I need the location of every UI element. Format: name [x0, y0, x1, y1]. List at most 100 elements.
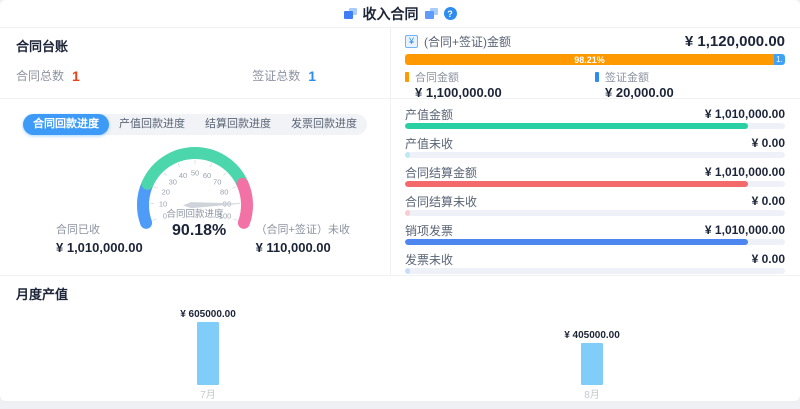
contract-ratio-segment: 98.21% — [405, 54, 774, 65]
gauge-stats-row: 合同已收 ¥ 1,010,000.00 90.18% （合同+签证）未收 ¥ 1… — [0, 221, 390, 255]
income-contract-dashboard: 收入合同 ? 合同台账 合同总数 1 签证总数 1 — [0, 0, 800, 401]
amount-icon: ¥ — [405, 35, 418, 48]
tab-output-collection[interactable]: 产值回款进度 — [109, 114, 195, 135]
visa-total-label: 签证总数 — [252, 67, 300, 84]
progress-row-fill — [405, 123, 748, 129]
amount-summary-label: (合同+签证)金额 — [424, 33, 511, 50]
ledger-title: 合同台账 — [16, 36, 374, 55]
progress-row: 销项发票 ¥ 1,010,000.00 — [405, 222, 785, 245]
progress-row-label: 销项发票 — [405, 222, 453, 239]
gauge-tick — [210, 163, 211, 167]
monthly-output-title: 月度产值 — [16, 284, 784, 303]
progress-row-fill — [405, 268, 410, 274]
ledger-stats: 合同总数 1 签证总数 1 — [16, 67, 374, 84]
visa-total-value: 1 — [308, 68, 316, 84]
progress-row-value: ¥ 0.00 — [752, 194, 785, 208]
progress-row-label: 合同结算金额 — [405, 164, 477, 181]
legend-mark — [595, 72, 599, 82]
received-stat: 合同已收 ¥ 1,010,000.00 — [56, 221, 143, 255]
legend-label: 合同金额 — [415, 69, 459, 85]
legend-item: 签证金额¥ 20,000.00 — [595, 70, 785, 100]
help-icon[interactable]: ? — [444, 7, 457, 20]
gauge-tick — [232, 187, 236, 189]
progress-row: 发票未收 ¥ 0.00 — [405, 251, 785, 274]
gauge-tick-label: 70 — [213, 177, 221, 186]
gauge-tick-label: 60 — [203, 171, 211, 180]
progress-row-label: 产值未收 — [405, 135, 453, 152]
visa-total-stat: 签证总数 1 — [252, 67, 316, 84]
left-panel: 合同台账 合同总数 1 签证总数 1 合同回款进度产值回款进度结算回款进度发票回… — [0, 28, 390, 275]
progress-row-value: ¥ 0.00 — [752, 136, 785, 150]
tab-contract-collection[interactable]: 合同回款进度 — [23, 114, 109, 135]
legend-value: ¥ 1,100,000.00 — [405, 85, 595, 100]
bar-group: ¥ 405000.00 — [547, 330, 637, 385]
bar-month-label: 7月 — [163, 386, 253, 401]
bar-value-label: ¥ 605000.00 — [163, 309, 253, 320]
monthly-output-bar-chart: ¥ 605000.00 7月 ¥ 405000.00 8月 — [16, 306, 784, 401]
progress-row-fill — [405, 210, 410, 216]
progress-row-track — [405, 268, 785, 274]
gauge-tick-label: 30 — [169, 177, 177, 186]
progress-row-track — [405, 210, 785, 216]
gauge-tick-label: 10 — [159, 199, 167, 208]
page-header: 收入合同 ? — [0, 0, 800, 28]
progress-row-value: ¥ 0.00 — [752, 252, 785, 266]
progress-row-fill — [405, 239, 748, 245]
unreceived-stat: （合同+签证）未收 ¥ 110,000.00 — [256, 221, 350, 255]
right-panel: ¥ (合同+签证)金额 ¥ 1,120,000.00 98.21% 1. 合同金… — [390, 28, 800, 275]
ratio-legend: 合同金额¥ 1,100,000.00签证金额¥ 20,000.00 — [405, 70, 785, 100]
tab-invoice-collection[interactable]: 发票回款进度 — [281, 114, 367, 135]
bar-group: ¥ 605000.00 — [163, 309, 253, 385]
progress-row-label: 产值金额 — [405, 106, 453, 123]
gauge-tick-label: 20 — [162, 187, 170, 196]
gauge-tick — [178, 163, 179, 167]
progress-row-fill — [405, 181, 748, 187]
legend-label: 签证金额 — [605, 69, 649, 85]
progress-row: 产值金额 ¥ 1,010,000.00 — [405, 106, 785, 129]
collection-progress-section: 合同回款进度产值回款进度结算回款进度发票回款进度 010203040506070… — [0, 99, 390, 275]
bar-column — [197, 322, 219, 385]
progress-row-fill — [405, 152, 410, 158]
progress-row-label: 合同结算未收 — [405, 193, 477, 210]
gauge-needle — [183, 201, 243, 209]
progress-tabs: 合同回款进度产值回款进度结算回款进度发票回款进度 — [23, 114, 367, 135]
gauge-tick — [154, 187, 158, 189]
progress-row-track — [405, 181, 785, 187]
copy-icon — [425, 8, 438, 19]
gauge-tick-label: 80 — [220, 187, 228, 196]
gauge-tick — [164, 173, 167, 176]
gauge-tick-label: 40 — [179, 171, 187, 180]
gauge-segment — [243, 184, 248, 223]
bar-column — [581, 343, 603, 385]
unreceived-label: （合同+签证）未收 — [256, 221, 350, 237]
gauge-percent-value: 90.18% — [143, 222, 256, 240]
contract-total-value: 1 — [72, 68, 80, 84]
visa-ratio-segment: 1. — [774, 54, 785, 65]
progress-row-label: 发票未收 — [405, 251, 453, 268]
progress-row: 产值未收 ¥ 0.00 — [405, 135, 785, 158]
tab-settlement-collection[interactable]: 结算回款进度 — [195, 114, 281, 135]
gauge-tick — [223, 173, 226, 176]
received-label: 合同已收 — [56, 221, 143, 237]
gauge-tick-label: 50 — [191, 169, 199, 178]
pages-icon — [344, 8, 357, 19]
unreceived-value: ¥ 110,000.00 — [256, 240, 350, 255]
progress-row-value: ¥ 1,010,000.00 — [705, 107, 785, 121]
progress-row: 合同结算金额¥ 1,010,000.00 — [405, 164, 785, 187]
legend-item: 合同金额¥ 1,100,000.00 — [405, 70, 595, 100]
gauge-center-label: 合同回款进度 — [166, 208, 224, 220]
progress-row-track — [405, 123, 785, 129]
contract-visa-ratio-bar: 98.21% 1. — [405, 54, 785, 65]
legend-value: ¥ 20,000.00 — [595, 85, 785, 100]
received-value: ¥ 1,010,000.00 — [56, 240, 143, 255]
contract-total-label: 合同总数 — [16, 67, 64, 84]
amount-summary-total: ¥ 1,120,000.00 — [685, 33, 785, 50]
monthly-output-section: 月度产值 ¥ 605000.00 7月 ¥ 405000.00 8月 — [0, 275, 800, 401]
contract-ledger-section: 合同台账 合同总数 1 签证总数 1 — [0, 28, 390, 99]
progress-row-value: ¥ 1,010,000.00 — [705, 223, 785, 237]
bar-month-label: 8月 — [547, 386, 637, 401]
progress-row-track — [405, 152, 785, 158]
progress-row-track — [405, 239, 785, 245]
progress-row: 合同结算未收 ¥ 0.00 — [405, 193, 785, 216]
bar-value-label: ¥ 405000.00 — [547, 330, 637, 341]
